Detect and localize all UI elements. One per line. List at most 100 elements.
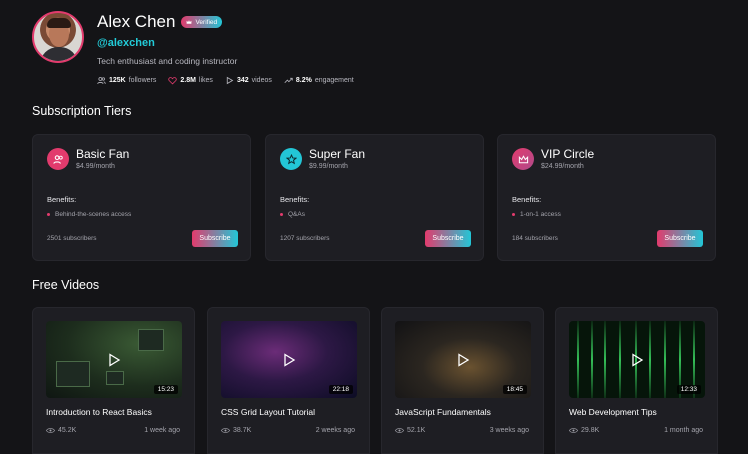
eye-icon xyxy=(569,428,578,433)
tier-icon-container xyxy=(512,148,534,170)
tier-icon-container xyxy=(280,148,302,170)
stat-value: 2.8M xyxy=(180,77,196,84)
stat-value: 8.2% xyxy=(295,77,312,84)
video-views: 38.7K xyxy=(221,427,251,434)
trending-up-icon xyxy=(284,77,293,84)
subscriber-count: 184 subscribers xyxy=(512,235,558,242)
video-age: 3 weeks ago xyxy=(489,427,529,434)
video-title[interactable]: CSS Grid Layout Tutorial xyxy=(221,407,315,417)
profile-name: Alex Chen xyxy=(97,12,176,31)
subscribe-button[interactable]: Subscribe xyxy=(425,230,471,247)
video-age: 1 week ago xyxy=(144,427,180,434)
tier-card-super-fan: Super Fan $9.99/month Benefits: Q&As 120… xyxy=(265,134,484,261)
crown-icon xyxy=(518,154,528,163)
benefits-label: Benefits: xyxy=(512,195,542,204)
benefits-label: Benefits: xyxy=(47,195,77,204)
video-card[interactable]: 18:45 JavaScript Fundamentals 52.1K 3 we… xyxy=(381,307,544,454)
benefit-item: 1-on-1 access xyxy=(512,211,561,218)
bullet-dot xyxy=(47,213,50,216)
benefit-text: Q&As xyxy=(288,211,305,218)
crown-icon xyxy=(187,20,192,24)
video-card[interactable]: 15:23 Introduction to React Basics 45.2K… xyxy=(32,307,195,454)
video-title[interactable]: Web Development Tips xyxy=(569,407,657,417)
name-row: Alex Chen Verified xyxy=(97,12,223,32)
stat-videos: 342 videos xyxy=(225,76,272,85)
profile-stats: 125K followers 2.8M likes 342 videos 8.2… xyxy=(97,76,354,85)
benefit-text: 1-on-1 access xyxy=(520,211,561,218)
tier-card-vip-circle: VIP Circle $24.99/month Benefits: 1-on-1… xyxy=(497,134,716,261)
profile-bio: Tech enthusiast and coding instructor xyxy=(97,56,238,66)
subscriber-count: 1207 subscribers xyxy=(280,235,330,242)
tier-name: VIP Circle xyxy=(541,147,595,161)
stat-value: 125K xyxy=(109,77,126,84)
subscribe-button[interactable]: Subscribe xyxy=(657,230,703,247)
play-icon[interactable] xyxy=(107,352,121,367)
subscription-tiers-title: Subscription Tiers xyxy=(32,104,132,118)
video-title[interactable]: JavaScript Fundamentals xyxy=(395,407,491,417)
stat-value: 342 xyxy=(236,77,249,84)
views-count: 38.7K xyxy=(233,427,252,434)
play-icon[interactable] xyxy=(630,352,644,367)
bullet-dot xyxy=(512,213,515,216)
subscriber-count: 2501 subscribers xyxy=(47,235,97,242)
benefit-item: Q&As xyxy=(280,211,305,218)
heart-icon xyxy=(168,77,178,85)
stat-followers: 125K followers xyxy=(97,76,156,85)
verified-badge: Verified xyxy=(181,16,223,28)
tier-icon-container xyxy=(47,148,69,170)
stat-label: likes xyxy=(198,77,213,84)
video-thumbnail[interactable]: 18:45 xyxy=(395,321,531,398)
tier-name: Basic Fan xyxy=(76,147,130,161)
benefits-label: Benefits: xyxy=(280,195,310,204)
benefit-text: Behind-the-scenes access xyxy=(55,211,132,218)
avatar[interactable] xyxy=(32,11,84,63)
profile-handle[interactable]: @alexchen xyxy=(97,37,155,49)
users-icon xyxy=(97,77,106,85)
stat-label: videos xyxy=(251,77,272,84)
star-icon xyxy=(285,153,297,164)
eye-icon xyxy=(221,428,230,433)
video-age: 1 month ago xyxy=(664,427,703,434)
video-duration: 22:18 xyxy=(328,385,353,394)
video-meta: 38.7K 2 weeks ago xyxy=(221,427,355,434)
video-card[interactable]: 12:33 Web Development Tips 29.8K 1 month… xyxy=(555,307,718,454)
views-count: 29.8K xyxy=(581,427,600,434)
eye-icon xyxy=(395,428,404,433)
tier-price: $9.99/month xyxy=(309,163,348,170)
bullet-dot xyxy=(280,213,283,216)
video-thumbnail[interactable]: 15:23 xyxy=(46,321,182,398)
play-icon xyxy=(226,76,234,85)
video-thumbnail[interactable]: 12:33 xyxy=(569,321,705,398)
eye-icon xyxy=(46,428,55,433)
tier-name: Super Fan xyxy=(309,147,366,161)
play-icon[interactable] xyxy=(282,352,296,367)
stat-likes: 2.8M likes xyxy=(168,76,213,85)
tier-price: $24.99/month xyxy=(541,163,584,170)
video-age: 2 weeks ago xyxy=(315,427,355,434)
users-icon xyxy=(52,154,63,164)
video-views: 29.8K xyxy=(569,427,599,434)
free-videos-title: Free Videos xyxy=(32,278,100,292)
tier-card-basic-fan: Basic Fan $4.99/month Benefits: Behind-t… xyxy=(32,134,251,261)
stat-label: engagement xyxy=(314,77,354,84)
views-count: 52.1K xyxy=(407,427,426,434)
views-count: 45.2K xyxy=(58,427,77,434)
play-icon[interactable] xyxy=(456,352,470,367)
video-thumbnail[interactable]: 22:18 xyxy=(221,321,357,398)
tier-price: $4.99/month xyxy=(76,163,115,170)
subscribe-button[interactable]: Subscribe xyxy=(192,230,238,247)
verified-label: Verified xyxy=(195,18,218,26)
video-title[interactable]: Introduction to React Basics xyxy=(46,407,152,417)
profile-header: Alex Chen Verified @alexchen Tech enthus… xyxy=(32,11,722,91)
video-duration: 15:23 xyxy=(153,385,178,394)
video-duration: 12:33 xyxy=(676,385,701,394)
stat-engagement: 8.2% engagement xyxy=(284,76,354,85)
video-meta: 45.2K 1 week ago xyxy=(46,427,180,434)
video-meta: 29.8K 1 month ago xyxy=(569,427,703,434)
video-meta: 52.1K 3 weeks ago xyxy=(395,427,529,434)
video-duration: 18:45 xyxy=(502,385,527,394)
benefit-item: Behind-the-scenes access xyxy=(47,211,131,218)
video-card[interactable]: 22:18 CSS Grid Layout Tutorial 38.7K 2 w… xyxy=(207,307,370,454)
stat-label: followers xyxy=(128,77,157,84)
video-views: 52.1K xyxy=(395,427,425,434)
